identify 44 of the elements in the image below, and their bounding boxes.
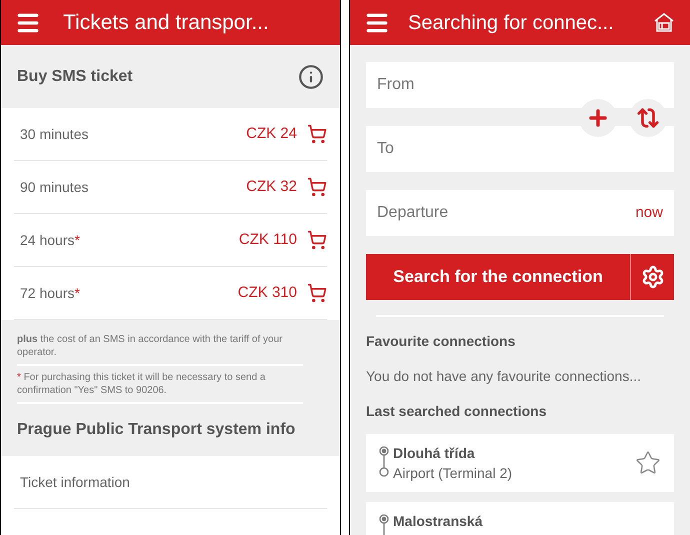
note-text: plus the cost of an SMS in accordance with the tariff of your operator. <box>17 333 284 359</box>
connection-card[interactable]: Malostranská <box>366 502 674 535</box>
section-heading: Buy SMS ticket <box>17 66 133 86</box>
settings-icon <box>640 265 664 289</box>
departure-field[interactable]: Departure now <box>366 190 674 236</box>
from-field[interactable]: From <box>366 62 674 108</box>
departure-value: now <box>635 202 663 223</box>
note-text: * For purchasing this ticket it will be necessary to send a confirmation "Yes" SMS to 90206. <box>17 371 266 397</box>
connection-card[interactable]: Dlouhá třída Airport (Terminal 2) <box>366 434 674 492</box>
section-heading: Favourite connections <box>366 332 516 351</box>
section-heading: Last searched connections <box>366 402 548 421</box>
cart-icon[interactable] <box>307 177 327 197</box>
ticket-price: CZK 110 <box>238 230 297 250</box>
ticket-price: CZK 310 <box>238 282 297 303</box>
ticket-price: CZK 24 <box>246 124 297 144</box>
screen-title: Tickets and transpor... <box>63 10 269 36</box>
ticket-row[interactable]: 30 minutes CZK 24 <box>14 108 327 161</box>
destination-stop: Airport (Terminal 2) <box>393 464 512 483</box>
ticket-price: CZK 32 <box>246 176 297 197</box>
swap-icon <box>637 107 659 129</box>
search-settings-button[interactable] <box>630 254 674 300</box>
cart-icon[interactable] <box>307 283 327 303</box>
cart-icon[interactable] <box>307 124 327 144</box>
ticket-row[interactable]: 24 hours* CZK 110 <box>14 214 327 267</box>
origin-stop: Malostranská <box>393 512 482 531</box>
footnote-mark: * <box>74 230 80 250</box>
departure-label: Departure <box>377 203 448 223</box>
info-icon[interactable] <box>298 64 324 90</box>
ticket-duration: 30 minutes <box>20 124 88 144</box>
footnote-mark: * <box>74 284 80 302</box>
ticket-duration: 24 hours <box>20 230 74 250</box>
route-icon <box>379 446 389 478</box>
section-heading: Prague Public Transport system info <box>17 420 296 440</box>
search-button[interactable]: Search for the connection <box>366 254 630 300</box>
ticket-duration: 72 hours <box>20 284 74 302</box>
cart-icon[interactable] <box>307 230 327 250</box>
origin-stop: Dlouhá třída <box>393 444 476 463</box>
to-field[interactable]: To <box>366 126 674 172</box>
screen-title: Searching for connec... <box>408 10 615 36</box>
ticket-duration: 90 minutes <box>20 178 88 196</box>
info-row[interactable]: Ticket information <box>14 456 327 509</box>
ticket-row[interactable]: 90 minutes CZK 32 <box>14 161 327 214</box>
star-icon[interactable] <box>635 450 661 476</box>
empty-message: You do not have any favourite connections... <box>366 367 642 386</box>
